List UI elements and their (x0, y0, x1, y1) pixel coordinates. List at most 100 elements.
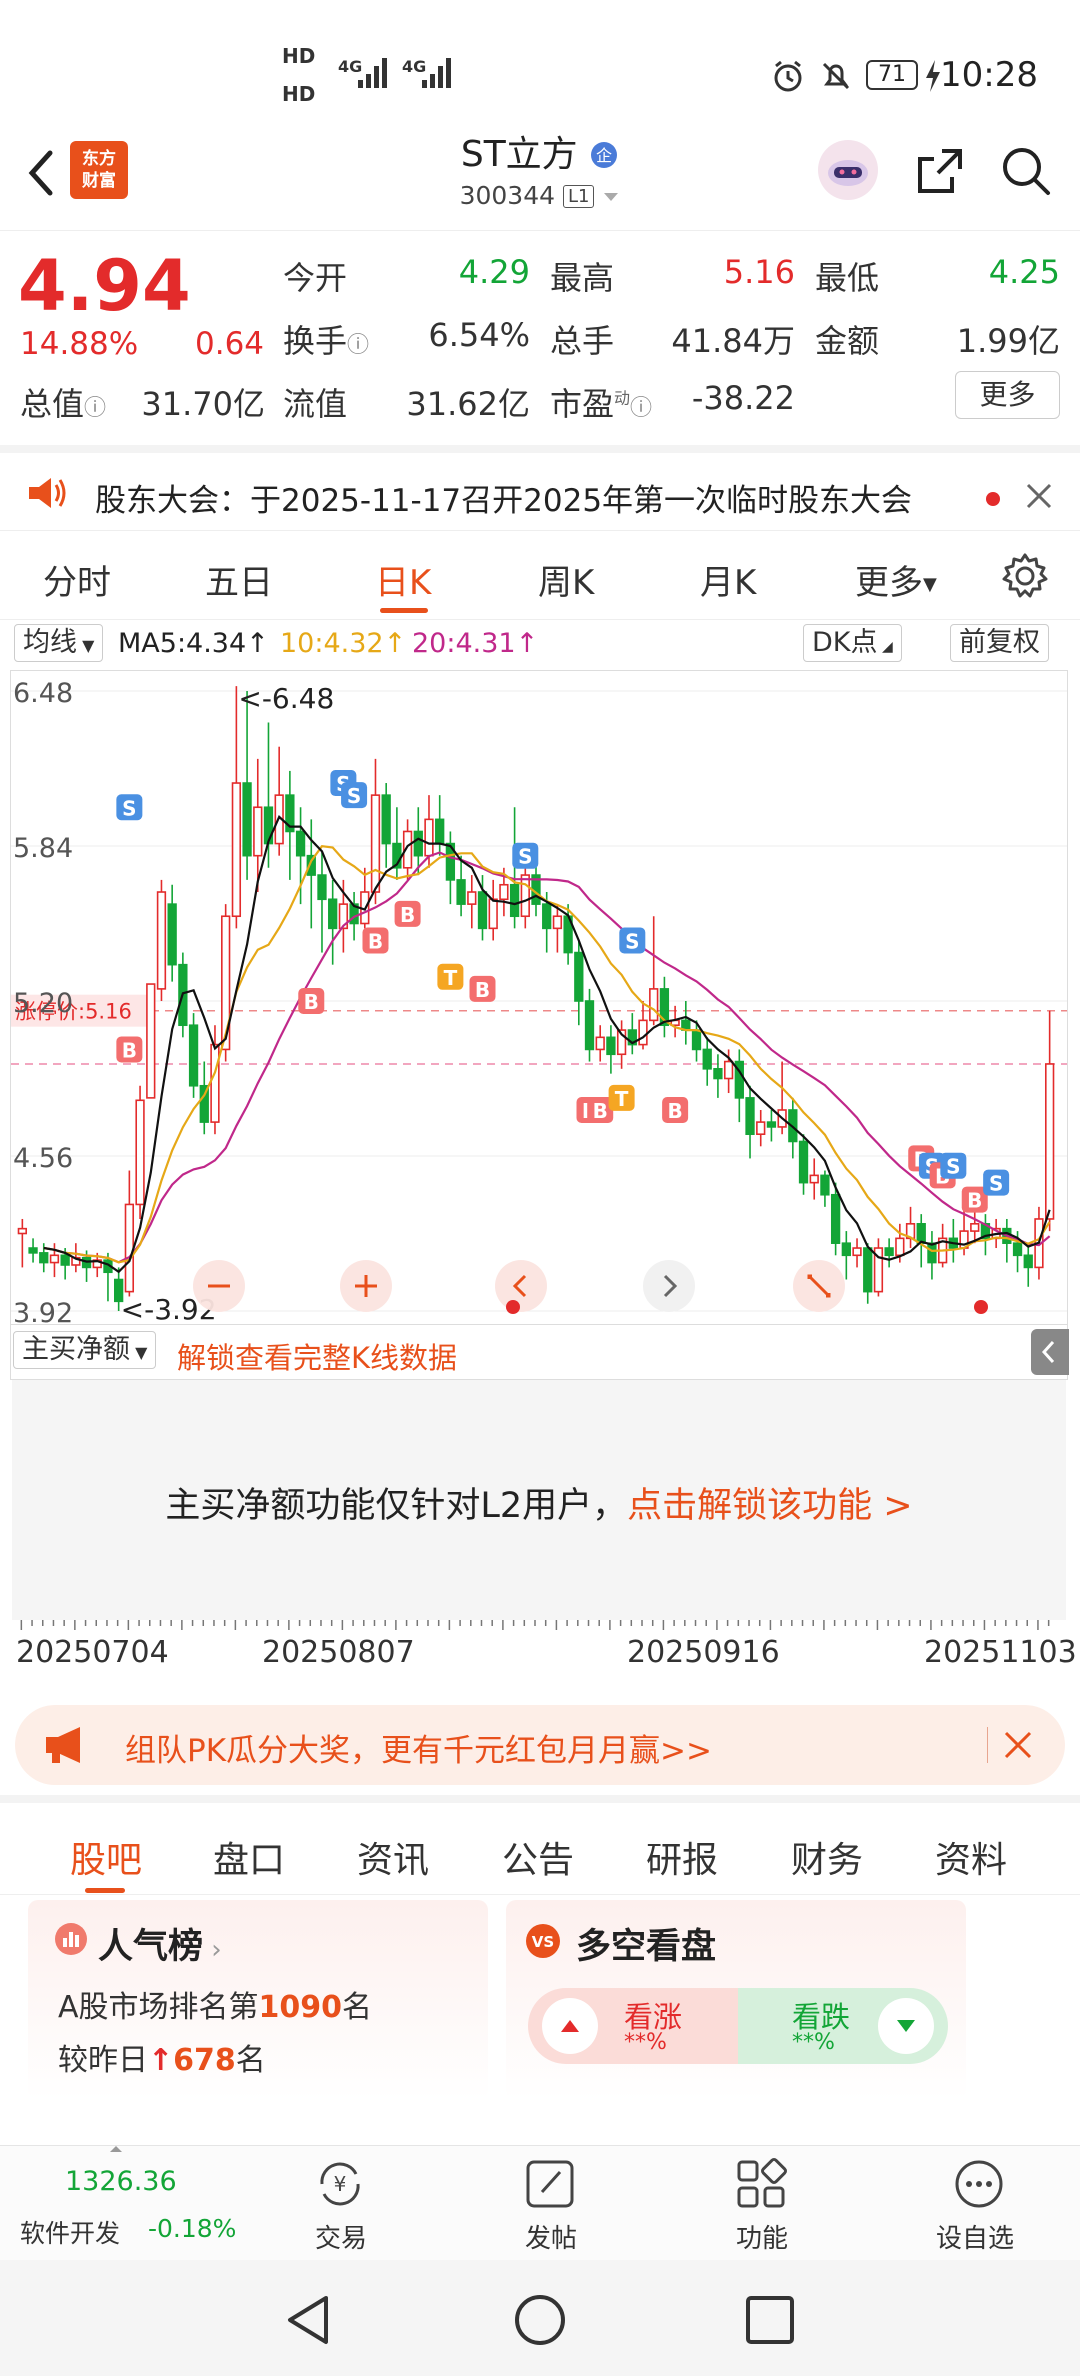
back-triangle-icon[interactable] (282, 2292, 334, 2348)
high-value: 5.16 (723, 253, 795, 291)
bottom-nav: 1326.36 软件开发 -0.18% ¥ 交易 发帖 功能 设自选 (0, 2145, 1080, 2260)
more-quote-button[interactable]: 更多 (955, 371, 1060, 419)
robot-avatar-icon[interactable] (815, 137, 881, 203)
candle-body (841, 1242, 851, 1257)
tab-five-day[interactable]: 五日 (205, 555, 273, 604)
volume-label: 总手 (550, 322, 615, 360)
candle-body (467, 891, 477, 905)
promo-banner[interactable]: 组队PK瓜分大奖，更有千元红包月月赢>> (15, 1705, 1065, 1785)
collapse-tab[interactable] (1031, 1329, 1069, 1375)
right-control-icon[interactable] (643, 1260, 695, 1312)
up-arrow-icon (542, 1998, 598, 2054)
minus-control-icon[interactable] (193, 1260, 245, 1312)
candle-body (584, 1000, 595, 1051)
y-tick-label: 4.56 (13, 1143, 73, 1174)
nav-post[interactable]: 发帖 (500, 2146, 600, 2261)
tab-monthly-k[interactable]: 月K (700, 555, 756, 604)
candle-body (970, 1223, 980, 1232)
candle-body (713, 1068, 723, 1080)
candle-body (595, 1036, 605, 1051)
home-circle-icon[interactable] (512, 2292, 568, 2348)
bull-bear-card[interactable]: VS 多空看盘 看涨 **% 看跌 **% (506, 1900, 966, 2100)
date-label: 20251103 (924, 1635, 1077, 1670)
candle-body (756, 1121, 766, 1136)
lock-message: 主买净额功能仅针对L2用户，点击解锁该功能 > (165, 1486, 913, 1526)
signal-label: B (400, 903, 415, 927)
tab-profile[interactable]: 资料 (935, 1831, 1007, 1883)
ma-select[interactable]: 均线 ▼ (14, 624, 104, 662)
signal-label: B (368, 929, 383, 953)
alert-dot (974, 1300, 988, 1314)
notice-text: 股东大会：于2025-11-17召开2025年第一次临时股东大会 (95, 483, 913, 519)
notice-bar[interactable]: 股东大会：于2025-11-17召开2025年第一次临时股东大会 (0, 445, 1080, 530)
indicator-select[interactable]: 主买净额 ▼ (13, 1331, 157, 1369)
tab-financials[interactable]: 财务 (791, 1831, 863, 1883)
candle-body (424, 818, 434, 857)
candle-body (691, 1029, 702, 1051)
speaker-icon (29, 478, 66, 508)
tab-weekly-k[interactable]: 周K (538, 555, 594, 604)
float-cap-label: 流值 (283, 385, 348, 423)
clock: 10:28 (940, 55, 1038, 95)
tab-intraday[interactable]: 分时 (43, 555, 111, 604)
nav-functions[interactable]: 功能 (711, 2146, 811, 2261)
bull-button[interactable]: 看涨 **% (528, 1988, 738, 2064)
popularity-card[interactable]: 人气榜 › A股市场排名第1090名 较昨日↑678名 (28, 1900, 488, 2100)
edit-icon (526, 2160, 574, 2208)
tab-guba[interactable]: 股吧 (70, 1831, 142, 1883)
bear-button[interactable]: 看跌 **% (738, 1988, 948, 2064)
svg-text:VS: VS (532, 1933, 554, 1951)
pe-value: -38.22 (691, 379, 795, 417)
candle-body (916, 1223, 926, 1244)
expand-arrow-icon (110, 2146, 122, 2152)
candle-body (852, 1247, 862, 1257)
signal-label: T (615, 1087, 629, 1111)
plus-control-icon[interactable] (340, 1260, 392, 1312)
tab-news[interactable]: 资讯 (357, 1831, 429, 1883)
unlock-kline-link[interactable]: 解锁查看完整K线数据 (177, 1335, 457, 1377)
turnover-label: 换手ⓘ (283, 322, 370, 360)
candle-body (509, 883, 520, 918)
candle-body (413, 830, 423, 857)
nav-trade[interactable]: ¥ 交易 (290, 2146, 390, 2261)
nav-add-watchlist[interactable]: 设自选 (920, 2146, 1040, 2261)
more-dots-icon (955, 2160, 1003, 2208)
candle-body (156, 891, 167, 990)
yuan-refresh-icon: ¥ (320, 2162, 360, 2206)
candle-body (745, 1097, 755, 1136)
dk-point-button[interactable]: DK点 ◢ (803, 624, 902, 662)
close-icon[interactable] (1024, 481, 1054, 511)
megaphone-icon (46, 1727, 80, 1763)
settings-gear-icon[interactable] (1000, 551, 1050, 601)
system-nav-bar (0, 2260, 1080, 2376)
tab-announcements[interactable]: 公告 (502, 1831, 574, 1883)
ma-legend-bar: 均线 ▼ MA5:4.34↑ 10:4.32↑ 20:4.31↑ DK点 ◢ 前… (0, 620, 1080, 670)
close-icon[interactable] (1002, 1729, 1034, 1761)
amount-value: 1.99亿 (956, 322, 1060, 360)
tab-research[interactable]: 研报 (646, 1831, 718, 1883)
candle-body (702, 1048, 712, 1070)
adjust-button[interactable]: 前复权 (950, 624, 1049, 662)
alert-dot (506, 1300, 520, 1314)
share-icon[interactable] (912, 143, 968, 199)
kline-chart[interactable]: 涨停价:5.16SBBSSBBTBSBBTSBBSBSBS6.485.845.2… (10, 670, 1068, 1329)
tab-daily-k[interactable]: 日K (375, 555, 431, 604)
search-icon[interactable] (998, 143, 1054, 199)
y-tick-label: 5.84 (13, 833, 73, 864)
expand-control-icon[interactable] (793, 1260, 845, 1312)
candle-body (1044, 1063, 1055, 1220)
tab-more[interactable]: 更多▼ (855, 555, 937, 604)
left-control-icon[interactable] (495, 1260, 547, 1312)
card-title: 人气榜 › (98, 1927, 222, 1967)
level-badge: L1 (562, 185, 595, 208)
unlock-feature-link[interactable]: 点击解锁该功能 > (627, 1486, 912, 1526)
quote-panel: 4.94 14.88% 0.64 今开 4.29 最高 5.16 最低 4.25… (0, 230, 1080, 445)
indicator-bar: 主买净额 ▼ 解锁查看完整K线数据 (10, 1325, 1069, 1380)
market-cap-label: 总值ⓘ (20, 385, 107, 423)
index-ticker[interactable]: 1326.36 软件开发 -0.18% (0, 2146, 236, 2261)
svg-text:¥: ¥ (334, 2172, 347, 2196)
recents-square-icon[interactable] (744, 2294, 796, 2346)
tab-orderbook[interactable]: 盘口 (213, 1831, 285, 1883)
enterprise-badge-icon: 企 (591, 142, 618, 168)
stock-header: 东方 财富 ST立方 企 300344 L1 (0, 125, 1080, 230)
